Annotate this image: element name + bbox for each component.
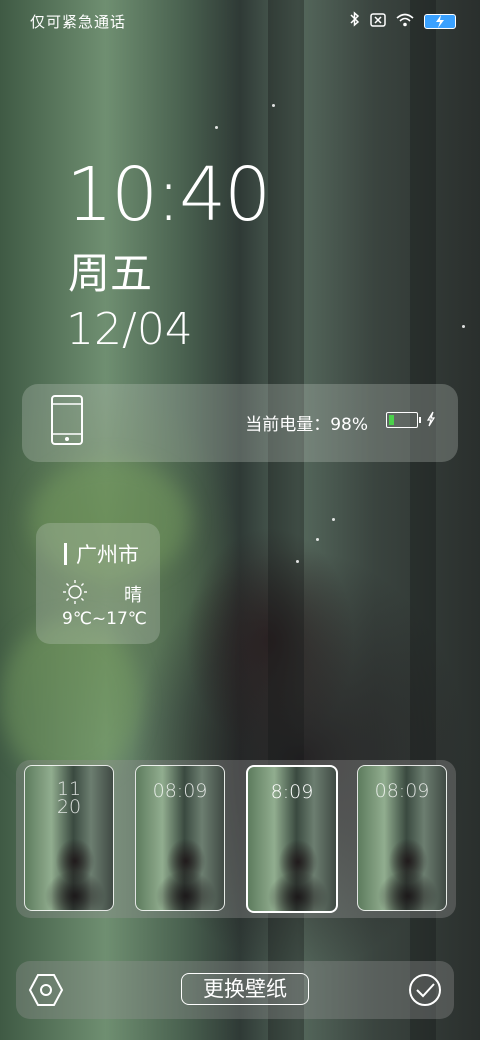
bottom-action-bar: 更换壁纸 [16, 961, 454, 1019]
thumbnail-time: 08:09 [374, 780, 430, 802]
no-sim-icon [370, 12, 386, 31]
bokeh-dot [332, 518, 335, 521]
weather-city: 广州市 [76, 543, 139, 567]
bokeh-dot [215, 126, 218, 129]
thumbnail-time: 08:09 [152, 780, 208, 802]
battery-charging-icon [424, 13, 456, 29]
lockscreen-wallpaper-preview: 仅可紧急通话 10:40 周五 12/04 当前电量：98% 广州市 晴 9℃~… [0, 0, 480, 1040]
change-wallpaper-button[interactable]: 更换壁纸 [181, 973, 309, 1005]
battery-fill [389, 415, 394, 425]
battery-widget: 当前电量：98% [22, 384, 458, 462]
lockscreen-clock: 10:40 [66, 152, 271, 238]
bokeh-dot [296, 560, 299, 563]
background-foliage [0, 620, 140, 780]
sun-icon [62, 579, 88, 609]
weather-widget: 广州市 晴 9℃~17℃ [36, 523, 160, 644]
bokeh-dot [316, 538, 319, 541]
battery-level-label: 当前电量：98% [245, 415, 368, 435]
bokeh-dot [462, 325, 465, 328]
wifi-icon [396, 12, 414, 31]
weather-temperature-range: 9℃~17℃ [62, 609, 147, 629]
bluetooth-icon [350, 11, 360, 31]
thumbnail-time: 11 20 [56, 778, 82, 818]
wallpaper-thumbnail-strip: 11 20 08:09 8:09 08:09 [16, 760, 456, 918]
wallpaper-thumbnail[interactable]: 08:09 [357, 765, 447, 911]
hexagon-settings-icon[interactable] [28, 973, 64, 1011]
phone-icon [50, 394, 84, 450]
wallpaper-thumbnail-selected[interactable]: 8:09 [246, 765, 338, 913]
charging-bolt-icon [426, 411, 436, 431]
wallpaper-thumbnail[interactable]: 11 20 [24, 765, 114, 911]
lockscreen-date: 12/04 [66, 304, 193, 355]
carrier-text: 仅可紧急通话 [30, 13, 127, 31]
status-bar: 仅可紧急通话 [0, 0, 480, 42]
status-icons [350, 11, 456, 31]
bokeh-dot [272, 104, 275, 107]
city-marker [64, 543, 67, 565]
wallpaper-thumbnail[interactable]: 08:09 [135, 765, 225, 911]
check-circle-icon[interactable] [408, 973, 442, 1011]
weather-condition: 晴 [124, 585, 142, 606]
lockscreen-weekday: 周五 [68, 249, 153, 298]
battery-icon [386, 412, 421, 428]
thumbnail-time: 8:09 [270, 781, 314, 803]
